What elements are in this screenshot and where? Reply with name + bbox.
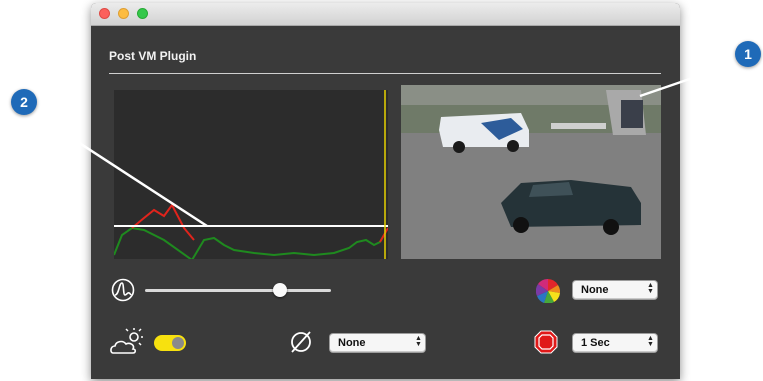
- camera-image: [401, 85, 661, 259]
- close-window-button[interactable]: [99, 8, 110, 19]
- plugin-title: Post VM Plugin: [109, 49, 197, 63]
- color-filter-value: None: [581, 284, 609, 296]
- toggle-knob: [172, 337, 184, 349]
- camera-preview: [401, 85, 661, 259]
- stop-sign-icon: [534, 330, 558, 359]
- select-arrows-icon: ▲ ▼: [415, 335, 422, 348]
- sensitivity-slider-knob[interactable]: [273, 283, 287, 297]
- select-arrows-icon: ▲ ▼: [647, 335, 654, 348]
- title-divider: [109, 73, 661, 74]
- hold-time-value: 1 Sec: [581, 337, 610, 349]
- activity-line-below: [114, 226, 385, 259]
- weather-toggle[interactable]: [154, 335, 186, 351]
- activity-line-above: [131, 203, 195, 241]
- waveform-icon: [111, 278, 135, 307]
- activity-graph: [114, 90, 388, 259]
- title-bar: [91, 3, 680, 26]
- minimize-window-button[interactable]: [118, 8, 129, 19]
- activity-line-above-right: [379, 227, 388, 243]
- activity-graph-svg: [114, 90, 388, 259]
- overlay-select[interactable]: None ▲ ▼: [330, 334, 425, 352]
- hold-time-select[interactable]: 1 Sec ▲ ▼: [573, 334, 657, 352]
- callout-2: 2: [11, 89, 37, 115]
- empty-set-icon: [289, 330, 313, 359]
- zoom-window-button[interactable]: [137, 8, 148, 19]
- color-wheel-icon: [535, 278, 561, 308]
- sensitivity-slider-track[interactable]: [145, 289, 331, 292]
- weather-icon: [109, 327, 149, 362]
- select-arrows-icon: ▲ ▼: [647, 282, 654, 295]
- overlay-value: None: [338, 337, 366, 349]
- color-filter-select[interactable]: None ▲ ▼: [573, 281, 657, 299]
- plugin-window: Post VM Plugin None ▲ ▼ None ▲ ▼ 1 Sec ▲…: [91, 3, 680, 379]
- callout-1: 1: [735, 41, 761, 67]
